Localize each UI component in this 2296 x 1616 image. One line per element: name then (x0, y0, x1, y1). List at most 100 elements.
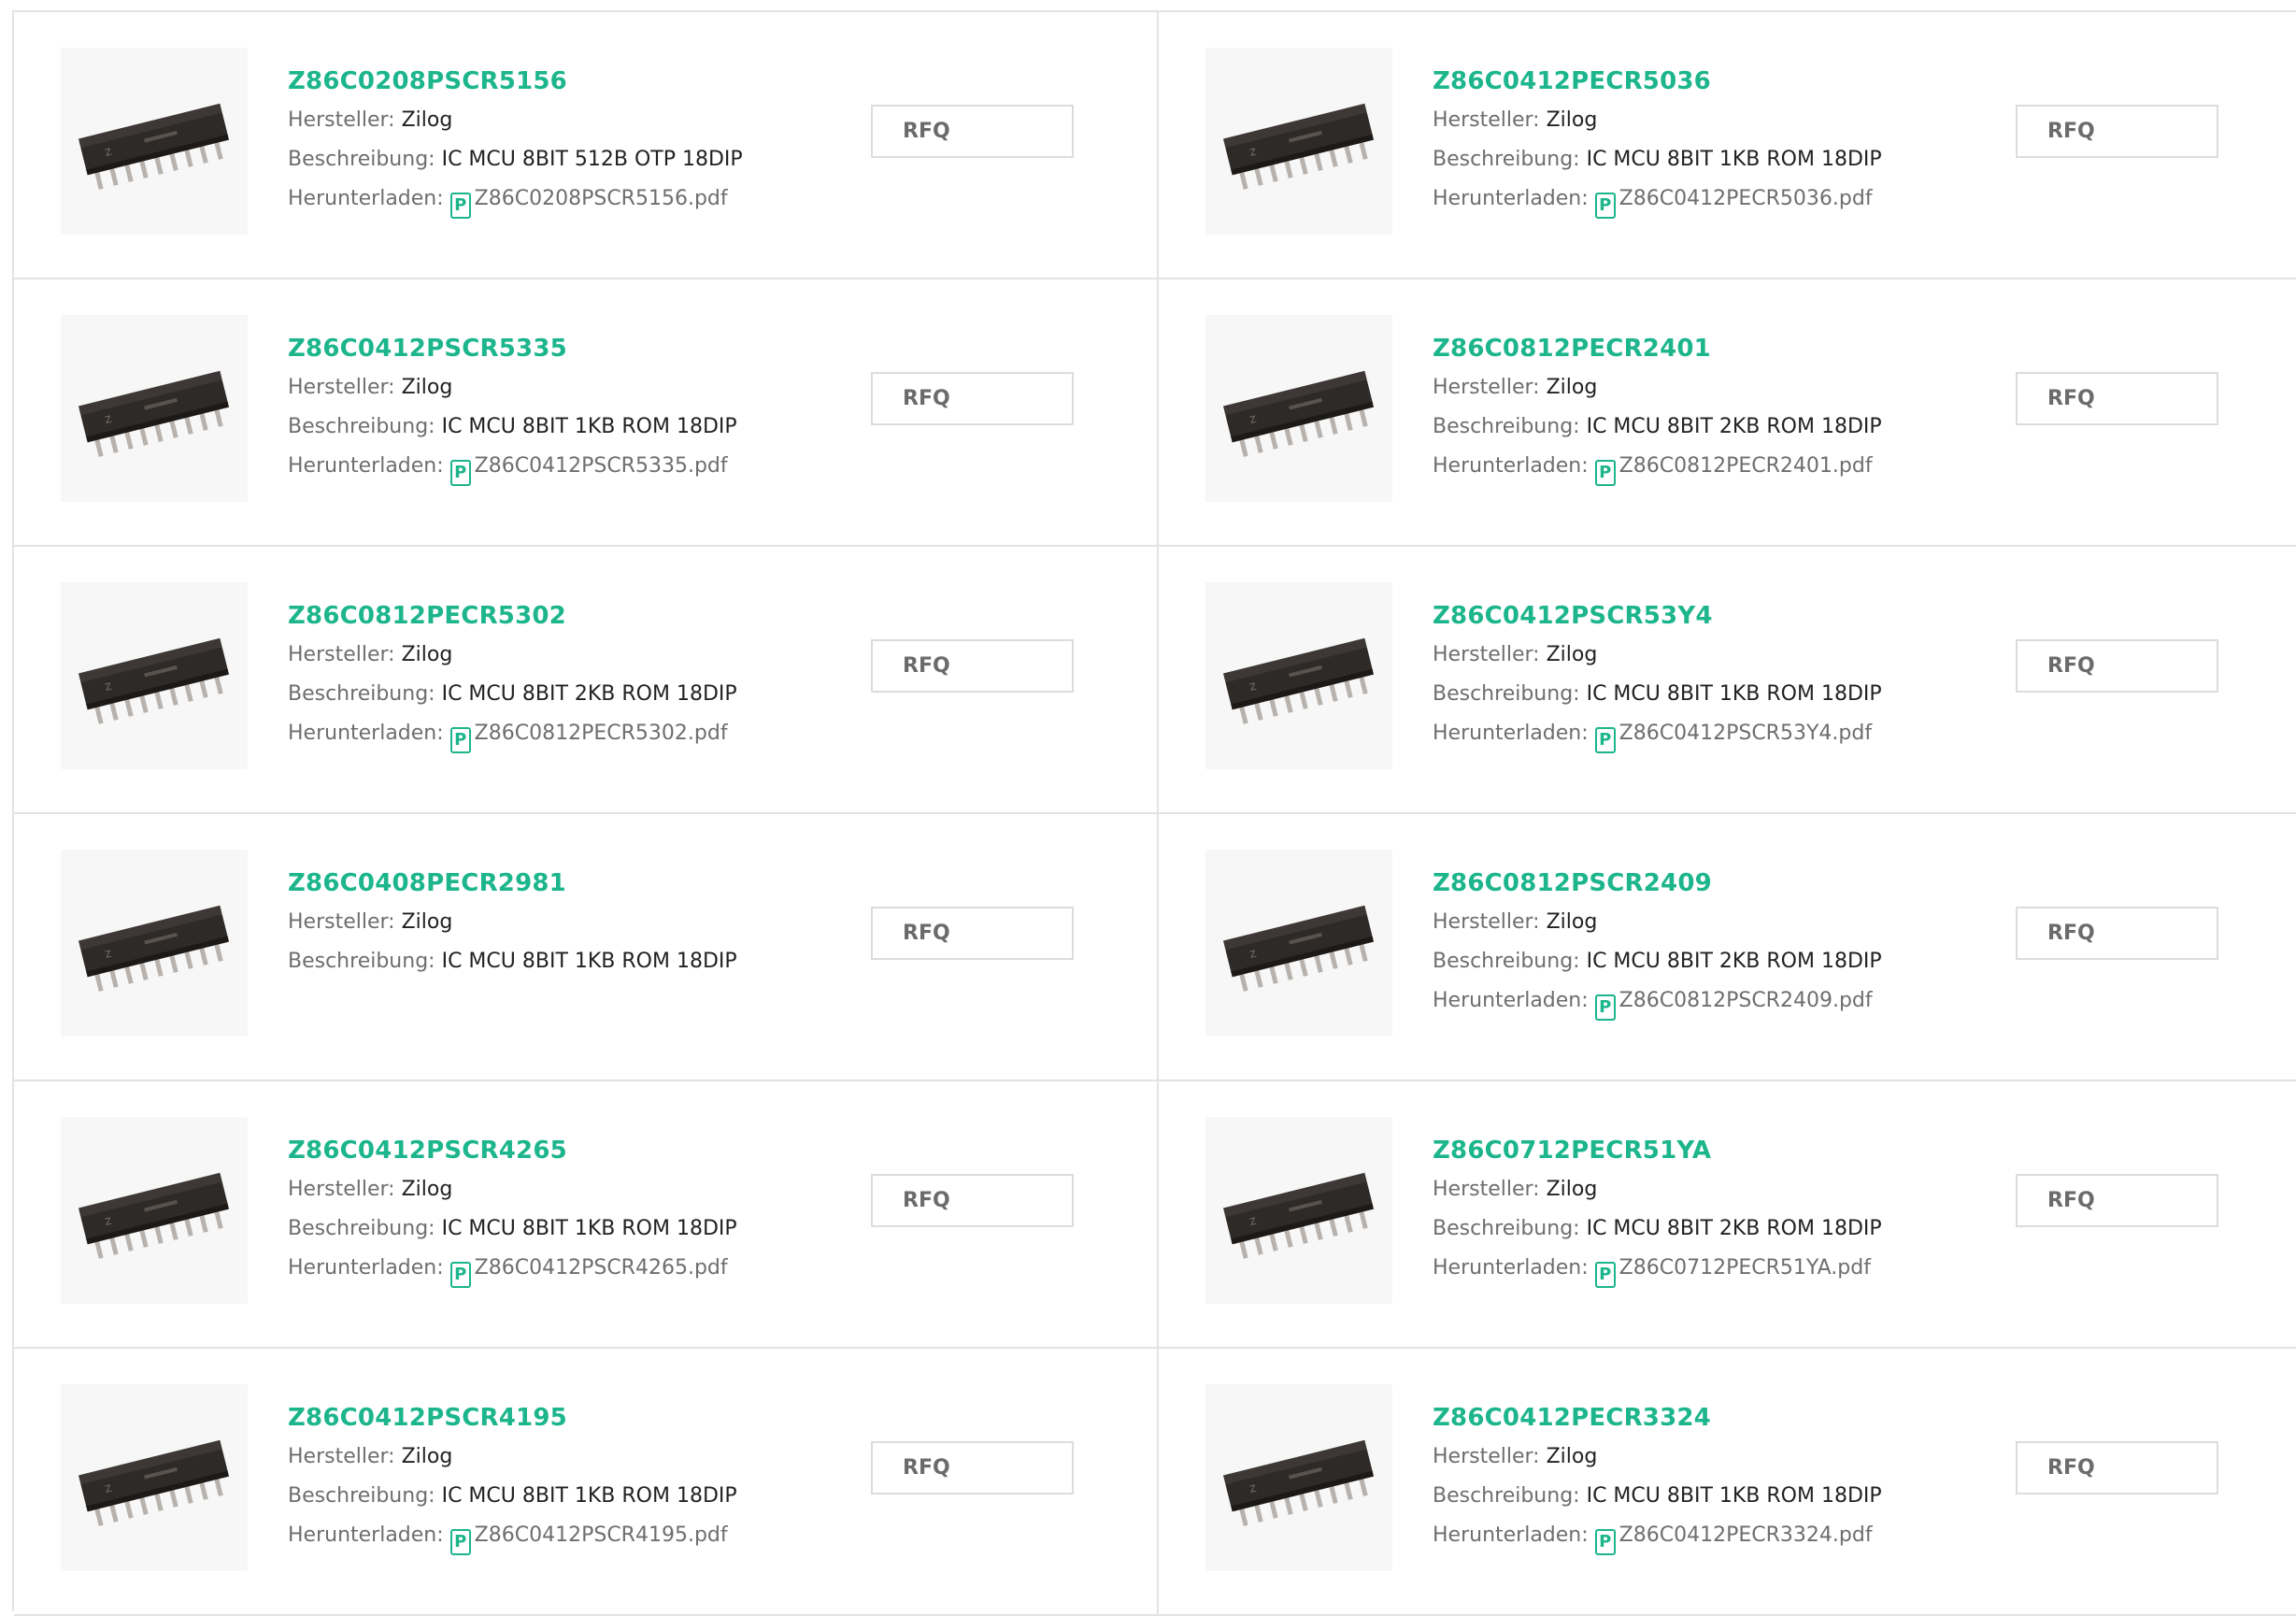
product-info: Z86C0408PECR2981 Hersteller: Zilog Besch… (288, 864, 737, 981)
description-value: IC MCU 8BIT 1KB ROM 18DIP (441, 950, 737, 973)
description-label: Beschreibung: (1433, 1217, 1580, 1240)
datasheet-link[interactable]: Z86C0412PECR3324.pdf (1619, 1523, 1873, 1547)
part-number-link[interactable]: Z86C0812PSCR2409 (1433, 864, 1882, 903)
manufacturer-value: Zilog (1546, 1178, 1598, 1201)
datasheet-link[interactable]: Z86C0412PSCR53Y4.pdf (1619, 722, 1872, 745)
rfq-button[interactable]: RFQ (871, 372, 1074, 425)
part-number-link[interactable]: Z86C0812PECR5302 (288, 596, 737, 636)
manufacturer-value: Zilog (1546, 108, 1598, 132)
rfq-button[interactable]: RFQ (2016, 1174, 2218, 1227)
rfq-button[interactable]: RFQ (2016, 1441, 2218, 1494)
ic-chip-icon: Z (1205, 582, 1392, 769)
description-label: Beschreibung: (288, 148, 435, 171)
download-row: Herunterladen: P Z86C0712PECR51YA.pdf (1433, 1249, 1882, 1288)
description-value: IC MCU 8BIT 1KB ROM 18DIP (441, 1484, 737, 1508)
rfq-button[interactable]: RFQ (871, 105, 1074, 158)
datasheet-link[interactable]: Z86C0412PECR5036.pdf (1619, 187, 1873, 210)
manufacturer-label: Hersteller: (288, 376, 395, 399)
part-number-link[interactable]: Z86C0712PECR51YA (1433, 1131, 1882, 1170)
manufacturer-row: Hersteller: Zilog (288, 368, 737, 408)
part-number-link[interactable]: Z86C0412PECR5036 (1433, 62, 1882, 101)
rfq-button[interactable]: RFQ (2016, 105, 2218, 158)
product-card: Z Z86C0412PSCR5335 Hersteller: Zilog Bes… (14, 279, 1159, 547)
download-label: Herunterladen: (1433, 187, 1589, 210)
part-number-link[interactable]: Z86C0412PSCR53Y4 (1433, 596, 1882, 636)
product-image[interactable]: Z (61, 1384, 248, 1571)
manufacturer-row: Hersteller: Zilog (288, 1437, 737, 1477)
datasheet-link[interactable]: Z86C0812PECR2401.pdf (1619, 454, 1873, 478)
part-number-link[interactable]: Z86C0412PSCR4265 (288, 1131, 737, 1170)
product-image[interactable]: Z (61, 850, 248, 1037)
description-row: Beschreibung: IC MCU 8BIT 1KB ROM 18DIP (1433, 140, 1882, 179)
download-label: Herunterladen: (1433, 989, 1589, 1012)
product-card: Z Z86C0412PECR5036 Hersteller: Zilog Bes… (1159, 12, 2296, 279)
description-row: Beschreibung: IC MCU 8BIT 1KB ROM 18DIP (288, 942, 737, 981)
part-number-link[interactable]: Z86C0412PSCR4195 (288, 1398, 737, 1437)
pdf-icon[interactable]: P (449, 193, 471, 219)
pdf-icon[interactable]: P (1594, 193, 1616, 219)
product-image[interactable]: Z (1205, 315, 1392, 502)
download-row: Herunterladen: P Z86C0812PSCR2409.pdf (1433, 981, 1882, 1021)
manufacturer-value: Zilog (1546, 910, 1598, 934)
description-value: IC MCU 8BIT 2KB ROM 18DIP (1586, 950, 1882, 973)
datasheet-link[interactable]: Z86C0712PECR51YA.pdf (1619, 1256, 1871, 1280)
manufacturer-row: Hersteller: Zilog (1433, 903, 1882, 942)
manufacturer-row: Hersteller: Zilog (288, 636, 737, 675)
download-label: Herunterladen: (288, 1523, 444, 1547)
datasheet-link[interactable]: Z86C0412PSCR4195.pdf (475, 1523, 728, 1547)
datasheet-link[interactable]: Z86C0412PSCR5335.pdf (475, 454, 728, 478)
manufacturer-label: Hersteller: (1433, 643, 1540, 666)
description-label: Beschreibung: (288, 1484, 435, 1508)
rfq-button[interactable]: RFQ (871, 639, 1074, 693)
rfq-button[interactable]: RFQ (2016, 372, 2218, 425)
rfq-button[interactable]: RFQ (871, 1174, 1074, 1227)
pdf-icon[interactable]: P (1594, 460, 1616, 486)
product-image[interactable]: Z (61, 315, 248, 502)
pdf-icon[interactable]: P (1594, 727, 1616, 753)
part-number-link[interactable]: Z86C0412PSCR5335 (288, 329, 737, 368)
manufacturer-label: Hersteller: (1433, 1178, 1540, 1201)
pdf-icon[interactable]: P (1594, 1529, 1616, 1555)
product-image[interactable]: Z (61, 582, 248, 769)
manufacturer-row: Hersteller: Zilog (1433, 368, 1882, 408)
rfq-button[interactable]: RFQ (871, 907, 1074, 960)
product-image[interactable]: Z (61, 48, 248, 235)
manufacturer-label: Hersteller: (288, 643, 395, 666)
product-card: Z Z86C0812PSCR2409 Hersteller: Zilog Bes… (1159, 814, 2296, 1081)
description-value: IC MCU 8BIT 512B OTP 18DIP (441, 148, 743, 171)
part-number-link[interactable]: Z86C0412PECR3324 (1433, 1398, 1882, 1437)
pdf-icon[interactable]: P (449, 1529, 471, 1555)
product-image[interactable]: Z (1205, 850, 1392, 1037)
product-info: Z86C0812PECR5302 Hersteller: Zilog Besch… (288, 596, 737, 753)
product-image[interactable]: Z (61, 1117, 248, 1304)
download-label: Herunterladen: (1433, 454, 1589, 478)
product-info: Z86C0412PSCR53Y4 Hersteller: Zilog Besch… (1433, 596, 1882, 753)
part-number-link[interactable]: Z86C0208PSCR5156 (288, 62, 743, 101)
pdf-icon[interactable]: P (1594, 994, 1616, 1021)
manufacturer-value: Zilog (401, 376, 453, 399)
pdf-icon[interactable]: P (449, 1262, 471, 1288)
product-image[interactable]: Z (1205, 48, 1392, 235)
download-label: Herunterladen: (288, 1256, 444, 1280)
manufacturer-label: Hersteller: (288, 1178, 395, 1201)
datasheet-link[interactable]: Z86C0812PECR5302.pdf (475, 722, 728, 745)
download-row: Herunterladen: P Z86C0812PECR2401.pdf (1433, 447, 1882, 486)
part-number-link[interactable]: Z86C0812PECR2401 (1433, 329, 1882, 368)
datasheet-link[interactable]: Z86C0412PSCR4265.pdf (475, 1256, 728, 1280)
rfq-button[interactable]: RFQ (871, 1441, 1074, 1494)
part-number-link[interactable]: Z86C0408PECR2981 (288, 864, 737, 903)
product-info: Z86C0812PSCR2409 Hersteller: Zilog Besch… (1433, 864, 1882, 1021)
description-value: IC MCU 8BIT 2KB ROM 18DIP (441, 682, 737, 706)
description-row: Beschreibung: IC MCU 8BIT 2KB ROM 18DIP (1433, 942, 1882, 981)
pdf-icon[interactable]: P (449, 727, 471, 753)
product-image[interactable]: Z (1205, 1384, 1392, 1571)
rfq-button[interactable]: RFQ (2016, 639, 2218, 693)
rfq-button[interactable]: RFQ (2016, 907, 2218, 960)
product-image[interactable]: Z (1205, 582, 1392, 769)
datasheet-link[interactable]: Z86C0208PSCR5156.pdf (475, 187, 728, 210)
product-image[interactable]: Z (1205, 1117, 1392, 1304)
datasheet-link[interactable]: Z86C0812PSCR2409.pdf (1619, 989, 1873, 1012)
pdf-icon[interactable]: P (1594, 1262, 1616, 1288)
description-value: IC MCU 8BIT 2KB ROM 18DIP (1586, 415, 1882, 438)
pdf-icon[interactable]: P (449, 460, 471, 486)
